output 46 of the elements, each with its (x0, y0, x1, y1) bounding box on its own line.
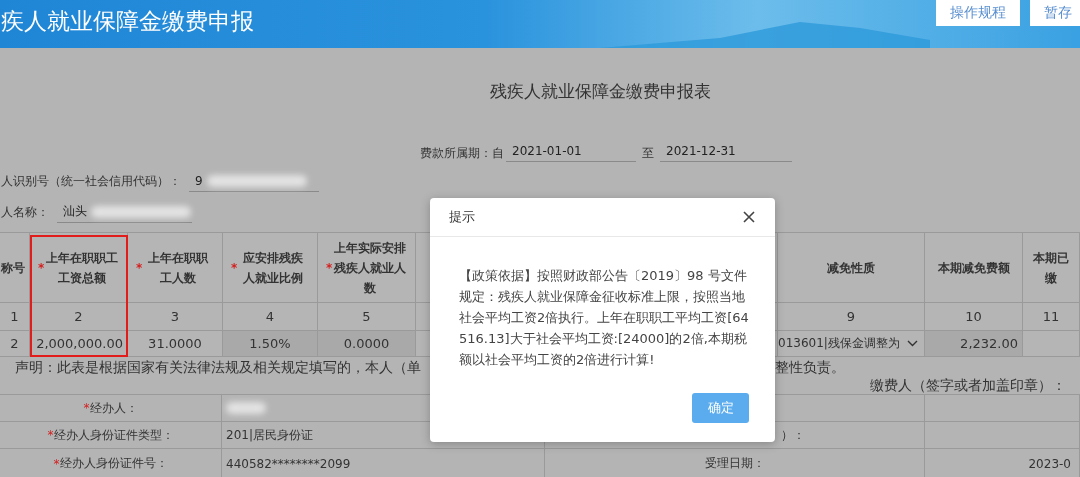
field-label: ）： (781, 426, 805, 444)
field-value: 201|居民身份证 (226, 426, 313, 444)
table-cell: 2 (0, 331, 30, 357)
field-value: 440582********2099 (226, 456, 351, 471)
close-icon (743, 211, 755, 223)
caret-icon (907, 340, 918, 347)
table-cell: 0.0000 (318, 331, 416, 357)
date-field[interactable]: 2021-01-01 (506, 140, 636, 162)
dialog-message: 【政策依据】按照财政部公告〔2019〕98 号文件规定：残疾人就业保障金征收标准上限，按照当地社会平均工资2倍执行。上年在职职工平均工资[64516.13]大于社会平均工资:[24000]的2倍,本期税额以社会平均工资的2倍进行计算! (458, 267, 750, 369)
field-label: *经办人： (0, 395, 222, 422)
column-header: 本期已缴 (1023, 233, 1080, 303)
page-title: 疾人就业保障金缴费申报 (1, 7, 254, 36)
field-label: 受理日期： (704, 455, 765, 472)
field-label: 人名称： (1, 203, 49, 221)
field-label: *经办人身份证件号： (0, 449, 222, 477)
field-label: *经办人身份证件类型： (0, 422, 222, 449)
index-cell: 1 (0, 303, 30, 331)
column-header: 称号 (0, 233, 30, 303)
index-cell: 4 (223, 303, 318, 331)
column-header: * 上年实际安排残疾人就业人数 (318, 233, 416, 303)
table-cell: 2,232.00 (925, 331, 1023, 357)
text-field[interactable]: 9 (189, 170, 319, 192)
period-label: 费款所属期：自 (420, 145, 504, 162)
period-separator: 至 (642, 145, 654, 162)
header-button[interactable]: 暂存 (1030, 0, 1080, 26)
column-header: 本期减免费额 (925, 233, 1023, 303)
index-cell: 11 (1023, 303, 1080, 331)
declaration-text: 声明：此表是根据国家有关法律法规及相关规定填写的，本人（单 (15, 359, 421, 377)
field-label: 人识别号（统一社会信用代码）： (1, 172, 181, 190)
signature-label: 缴费人（签字或者加盖印章）： (870, 377, 1066, 395)
table-cell: 1.50% (223, 331, 318, 357)
table-cell: 31.0000 (128, 331, 223, 357)
text-field[interactable]: 汕头 (57, 201, 192, 223)
index-cell: 5 (318, 303, 416, 331)
header-button[interactable]: 操作规程 (936, 0, 1020, 26)
select-field[interactable]: 013601|残保金调整为 (778, 331, 924, 356)
index-cell: 10 (925, 303, 1023, 331)
index-cell: 9 (778, 303, 925, 331)
index-cell: 3 (128, 303, 223, 331)
field-value: 2023-0 (1028, 456, 1071, 471)
declaration-text: 整性负责。 (775, 359, 845, 377)
close-button[interactable] (741, 209, 757, 225)
date-field[interactable]: 2021-12-31 (660, 140, 792, 162)
form-title: 残疾人就业保障金缴费申报表 (489, 81, 711, 101)
dialog-title: 提示 (449, 208, 475, 226)
column-header: 减免性质 (778, 233, 925, 303)
